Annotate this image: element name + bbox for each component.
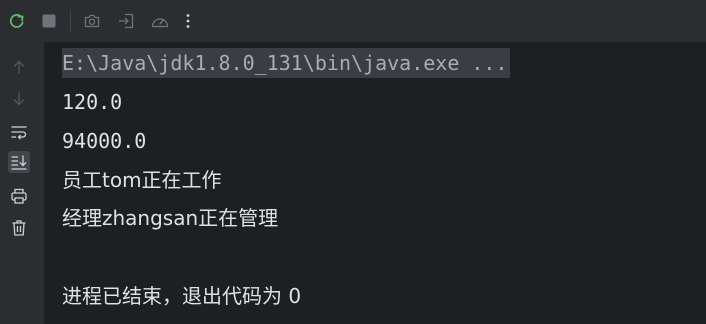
scroll-up-button[interactable] bbox=[8, 56, 30, 78]
run-tool-window: E:\Java\jdk1.8.0_131\bin\java.exe ... 12… bbox=[0, 0, 706, 324]
console-sidebar bbox=[0, 42, 44, 324]
rerun-button[interactable] bbox=[6, 10, 28, 32]
arrow-up-icon bbox=[12, 59, 26, 75]
profiler-button[interactable] bbox=[149, 10, 171, 32]
output-line: 120.0 bbox=[62, 90, 123, 114]
more-options-button[interactable] bbox=[177, 10, 199, 32]
camera-icon bbox=[83, 12, 101, 30]
scroll-down-button[interactable] bbox=[8, 88, 30, 110]
process-exit-message: 进程已结束，退出代码为 0 bbox=[62, 284, 302, 308]
scroll-to-end-icon bbox=[10, 154, 28, 170]
stop-button[interactable] bbox=[38, 10, 60, 32]
output-line: 经理zhangsan正在管理 bbox=[62, 206, 279, 230]
more-vertical-icon bbox=[183, 12, 193, 30]
clear-all-button[interactable] bbox=[8, 217, 30, 239]
exit-icon bbox=[117, 12, 135, 30]
stop-icon bbox=[41, 13, 57, 29]
scroll-to-end-button[interactable] bbox=[8, 151, 30, 173]
output-line: 员工tom正在工作 bbox=[62, 168, 222, 192]
soft-wrap-button[interactable] bbox=[8, 121, 30, 143]
rerun-icon bbox=[8, 12, 26, 30]
screenshot-button[interactable] bbox=[81, 10, 103, 32]
run-toolbar bbox=[0, 0, 706, 42]
command-line[interactable]: E:\Java\jdk1.8.0_131\bin\java.exe ... bbox=[62, 48, 510, 78]
gauge-icon bbox=[150, 12, 170, 30]
toolbar-separator bbox=[70, 11, 71, 31]
trash-icon bbox=[11, 219, 27, 237]
output-line: 94000.0 bbox=[62, 129, 147, 153]
print-icon bbox=[10, 187, 28, 205]
exit-button[interactable] bbox=[115, 10, 137, 32]
console-output[interactable]: E:\Java\jdk1.8.0_131\bin\java.exe ... 12… bbox=[44, 42, 706, 324]
soft-wrap-icon bbox=[10, 124, 28, 140]
arrow-down-icon bbox=[12, 91, 26, 107]
print-button[interactable] bbox=[8, 185, 30, 207]
